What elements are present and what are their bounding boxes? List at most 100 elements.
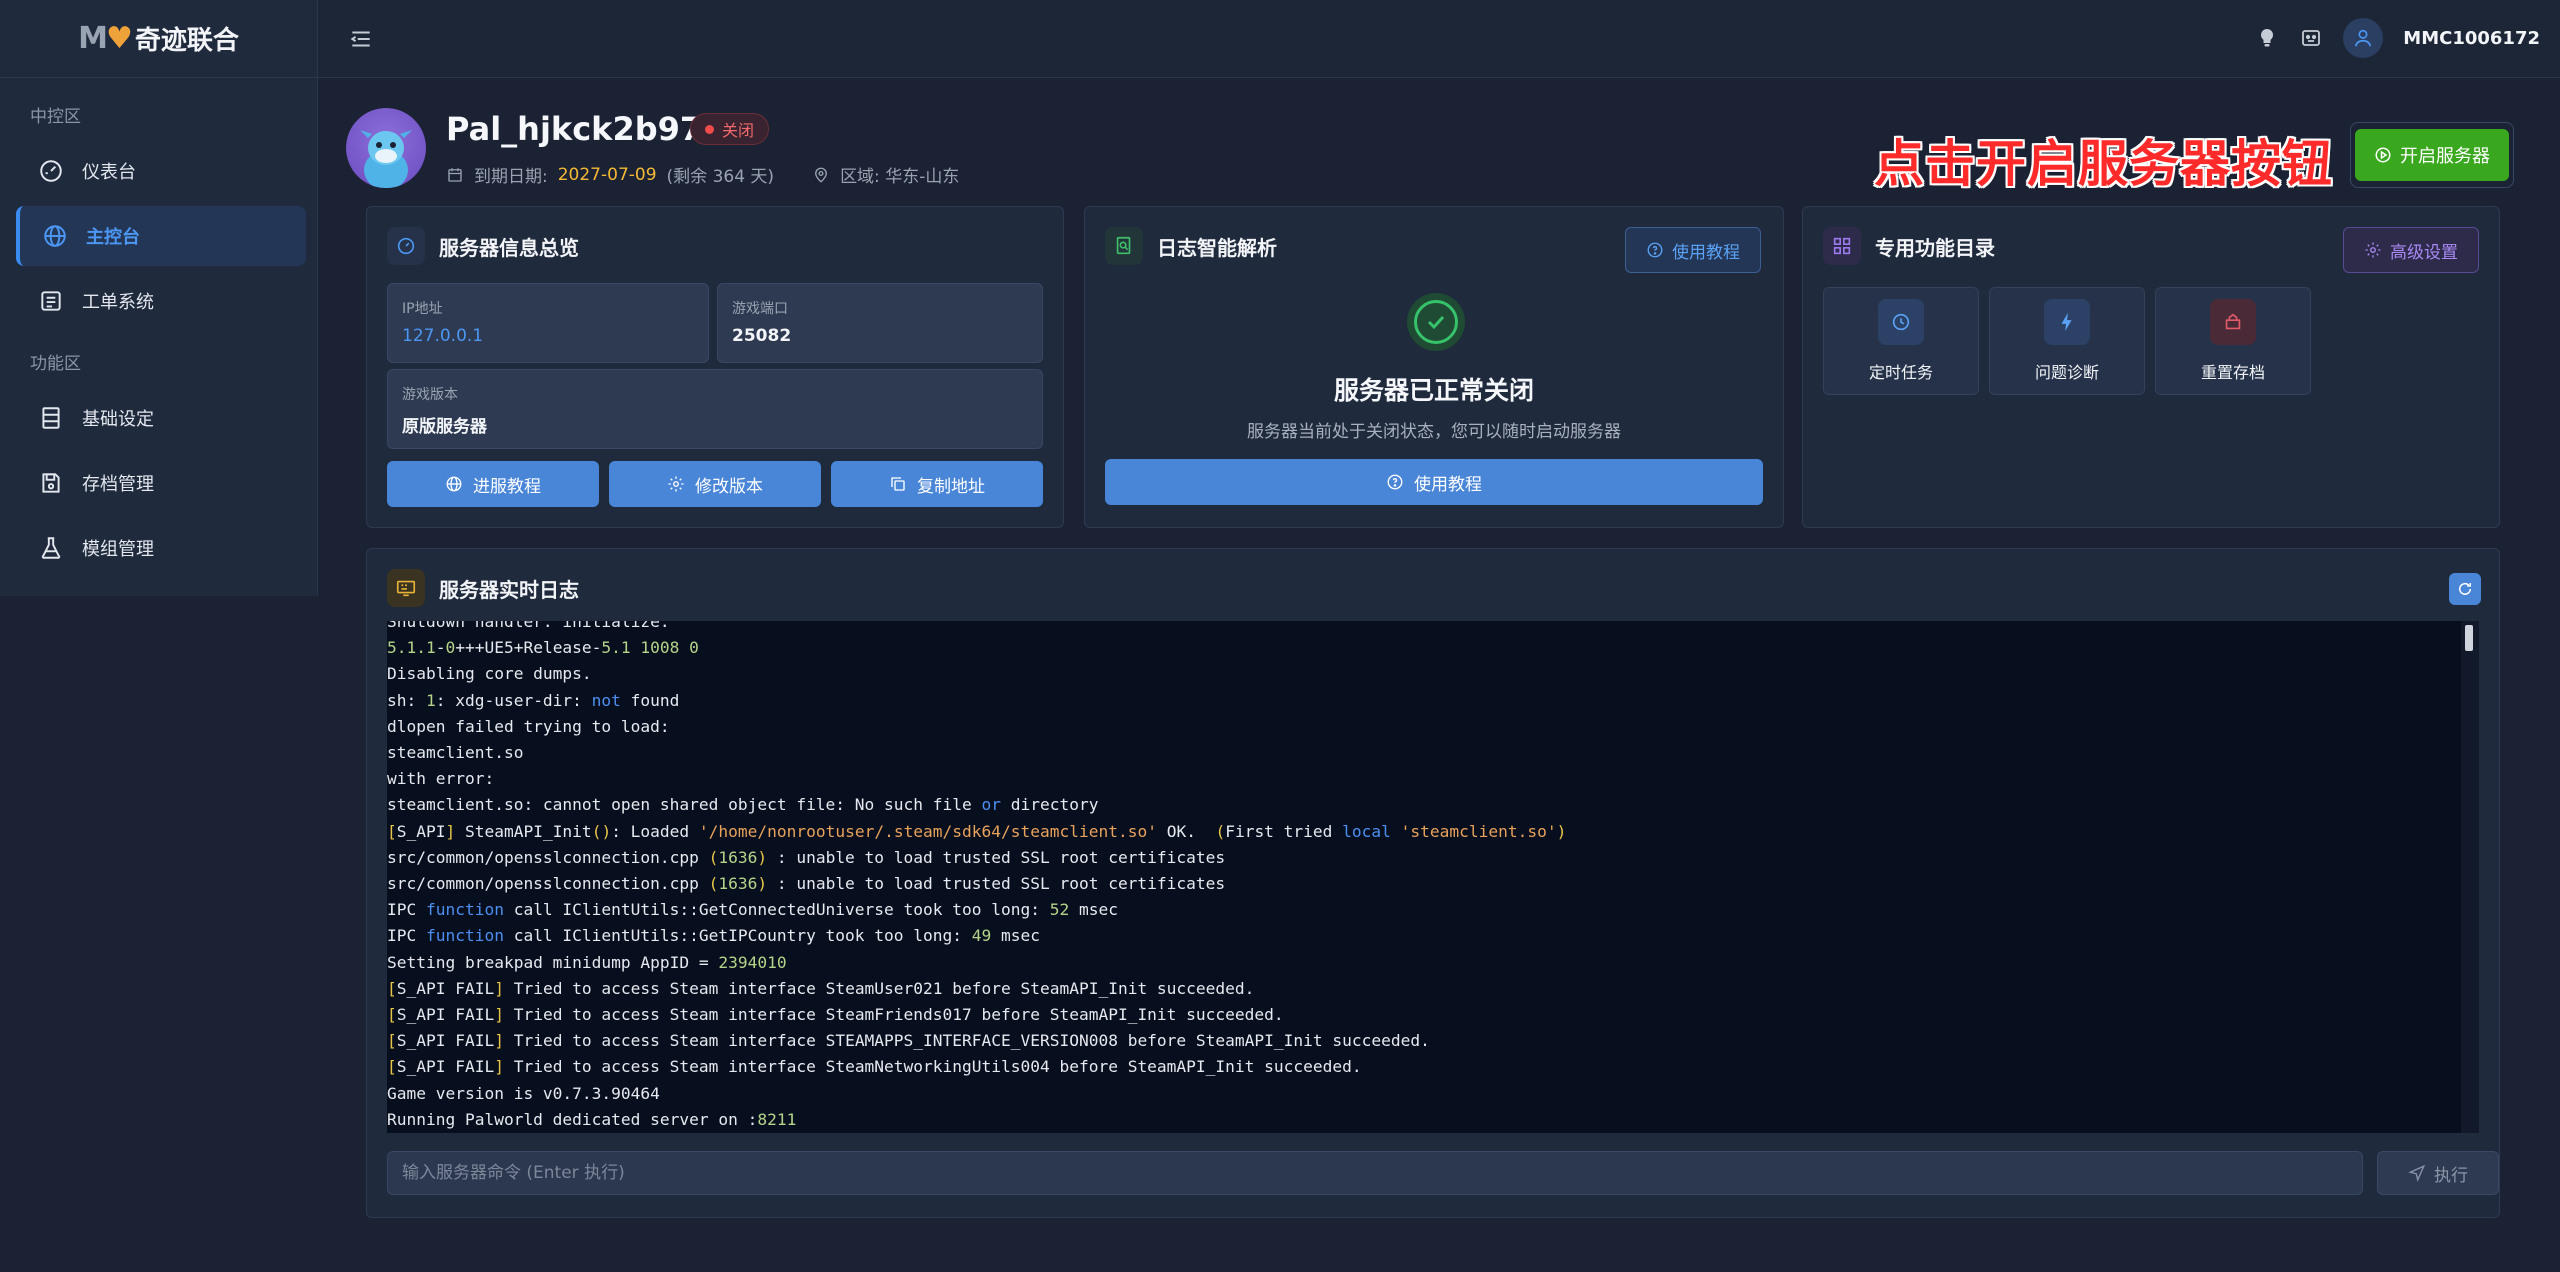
sidebar-item-label: 存档管理 (82, 474, 154, 495)
clock-icon (1878, 299, 1924, 345)
log-scrollbar[interactable] (2461, 621, 2479, 1133)
features-card: 专用功能目录 高级设置 定时任务 问题诊断 重置存档 (1802, 206, 2500, 528)
robot-icon[interactable] (2299, 26, 2323, 50)
usage-tutorial-button[interactable]: 使用教程 (1105, 459, 1763, 505)
log-line: steamclient.so (387, 743, 524, 763)
logo-text: 奇迹联合 (134, 26, 239, 56)
collapse-menu-icon[interactable] (348, 26, 374, 52)
log-line: [S_API] SteamAPI_Init(): Loaded '/home/n… (387, 821, 1567, 841)
save-icon (42, 473, 60, 493)
sidebar-item-label: 仪表台 (82, 162, 136, 183)
log-line: [S_API FAIL] Tried to access Steam inter… (387, 1005, 1284, 1025)
user-avatar[interactable] (2343, 18, 2384, 58)
log-line: IPC function call IClientUtils::GetIPCou… (387, 926, 1040, 946)
globe-icon (446, 476, 462, 492)
overview-card: 服务器信息总览 IP地址 127.0.0.1 游戏端口 25082 游戏版本 原… (366, 206, 1064, 528)
features-title-text: 专用功能目录 (1875, 235, 1995, 260)
tutorial-button[interactable]: 使用教程 (1625, 227, 1761, 273)
status-text: 关闭 (722, 121, 755, 140)
dashboard-icon (40, 160, 62, 182)
log-line: Running Palworld dedicated server on :82… (387, 1109, 797, 1129)
overview-title: 服务器信息总览 (387, 227, 579, 265)
terminal-icon (387, 569, 425, 607)
sidebar-item-console[interactable]: 主控台 (16, 206, 306, 266)
flask-icon (41, 537, 61, 559)
sidebar-item-label: 基础设定 (82, 409, 154, 430)
feature-diagnosis[interactable]: 问题诊断 (1989, 287, 2145, 395)
start-server-label: 开启服务器 (2400, 146, 2490, 167)
expire-date: 2027-07-09 (557, 164, 657, 185)
sidebar-item-mods[interactable]: 模组管理 (16, 518, 306, 578)
feature-reset-save[interactable]: 重置存档 (2155, 287, 2311, 395)
log-line: steamclient.so: cannot open shared objec… (387, 795, 1099, 815)
log-title: 服务器实时日志 (387, 569, 579, 607)
help-circle-icon (1647, 242, 1663, 258)
refresh-button[interactable] (2449, 573, 2481, 605)
sidebar-item-basic-settings[interactable]: 基础设定 (16, 388, 306, 448)
sidebar-item-dashboard[interactable]: 仪表台 (16, 141, 306, 201)
log-line: [S_API FAIL] Tried to access Steam inter… (387, 1057, 1362, 1077)
log-output[interactable]: Shutdown handler: initialize. 5.1.1-0+++U… (387, 621, 2479, 1133)
execute-label: 执行 (2434, 1165, 2468, 1186)
port-value: 25082 (732, 326, 792, 346)
grid-icon (1823, 227, 1861, 265)
send-icon (2408, 1164, 2426, 1182)
list-icon (41, 291, 61, 311)
calendar-icon (448, 167, 462, 182)
usage-tutorial-label: 使用教程 (1414, 474, 1482, 495)
advanced-settings-button[interactable]: 高级设置 (2343, 227, 2479, 273)
advanced-settings-label: 高级设置 (2390, 242, 2458, 263)
logo[interactable]: M♥ 奇迹联合 (0, 0, 317, 78)
username[interactable]: MMC1006172 (2403, 28, 2540, 49)
command-input[interactable] (387, 1151, 2363, 1195)
lightbulb-icon[interactable] (2255, 26, 2279, 50)
port-label: 游戏端口 (732, 301, 788, 317)
server-avatar (346, 108, 426, 188)
remaining-days: (剩余 364 天) (666, 167, 775, 187)
copy-address-button[interactable]: 复制地址 (831, 461, 1043, 507)
log-analysis-title-text: 日志智能解析 (1157, 235, 1277, 260)
version-box: 游戏版本 原版服务器 (387, 369, 1043, 449)
gear-icon (668, 476, 684, 492)
top-bar: MMC1006172 (318, 0, 2560, 78)
check-circle-icon (1407, 293, 1465, 351)
expire-label: 到期日期: (474, 167, 548, 187)
sidebar-item-tickets[interactable]: 工单系统 (16, 271, 306, 331)
change-version-button[interactable]: 修改版本 (609, 461, 821, 507)
execute-button[interactable]: 执行 (2377, 1151, 2499, 1195)
join-guide-button[interactable]: 进服教程 (387, 461, 599, 507)
palworld-creature-icon (360, 130, 412, 188)
log-line: sh: 1: xdg-user-dir: not found (387, 690, 680, 710)
log-line: Shutdown handler: initialize. (387, 621, 670, 631)
feature-scheduled-tasks[interactable]: 定时任务 (1823, 287, 1979, 395)
log-line: Game version is v0.7.3.90464 (387, 1083, 660, 1103)
scroll-thumb[interactable] (2465, 625, 2473, 651)
start-server-button[interactable]: 开启服务器 (2355, 129, 2509, 181)
globe-icon (44, 225, 66, 247)
gauge-icon (387, 227, 425, 265)
log-line: 5.1.1-0+++UE5+Release-5.1 1008 0 (387, 638, 699, 658)
log-line: src/common/opensslconnection.cpp (1636) … (387, 874, 1226, 894)
ip-value[interactable]: 127.0.0.1 (402, 326, 694, 346)
status-badge: 关闭 (690, 113, 770, 145)
copy-icon (891, 477, 905, 491)
section-label-control: 中控区 (30, 107, 81, 127)
log-line: dlopen failed trying to load: (387, 716, 670, 736)
user-icon (2355, 29, 2372, 47)
version-value: 原版服务器 (402, 417, 487, 437)
log-card: 服务器实时日志 Shutdown handler: initialize. 5.1… (366, 548, 2500, 1218)
ip-label: IP地址 (402, 301, 443, 317)
sidebar-item-label: 模组管理 (82, 539, 154, 560)
refresh-icon (2459, 582, 2471, 595)
bolt-icon (2044, 299, 2090, 345)
features-title: 专用功能目录 (1823, 227, 1995, 265)
log-line: with error: (387, 769, 495, 789)
sidebar-item-saves[interactable]: 存档管理 (16, 453, 306, 513)
server-config-icon (42, 407, 60, 429)
version-label: 游戏版本 (402, 387, 458, 403)
feature-label: 问题诊断 (2034, 363, 2099, 382)
feature-label: 重置存档 (2200, 363, 2265, 382)
log-line: [S_API FAIL] Tried to access Steam inter… (387, 978, 1255, 998)
ip-box: IP地址 127.0.0.1 (387, 283, 709, 363)
sidebar: M♥ 奇迹联合 中控区 仪表台 主控台 工单系统 功能区 基础设定 存档管理 模… (0, 0, 318, 596)
